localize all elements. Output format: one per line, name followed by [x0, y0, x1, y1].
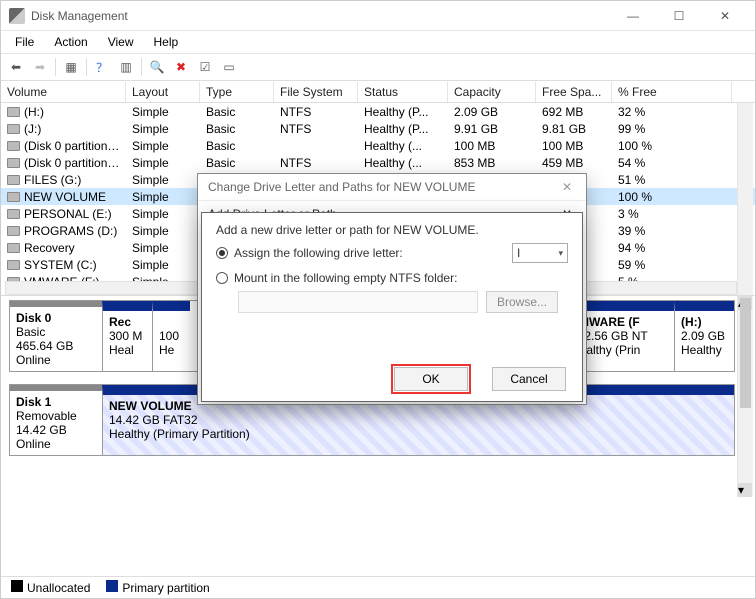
volume-row[interactable]: (H:)SimpleBasicNTFSHealthy (P...2.09 GB6…	[1, 103, 755, 120]
help-icon[interactable]: ？	[91, 56, 113, 78]
mount-path-input[interactable]	[238, 291, 478, 313]
label-mount-folder: Mount in the following empty NTFS folder…	[234, 271, 457, 285]
app-icon	[9, 8, 25, 24]
dialog-title: Change Drive Letter and Paths for NEW VO…	[208, 180, 475, 194]
refresh-icon[interactable]: ▥	[115, 56, 137, 78]
radio-assign-letter[interactable]	[216, 247, 228, 259]
chevron-down-icon: ▾	[558, 248, 563, 259]
vertical-scrollbar[interactable]	[737, 103, 753, 295]
maximize-button[interactable]: ☐	[657, 2, 701, 30]
settings-icon[interactable]: ▭	[218, 56, 240, 78]
col-capacity[interactable]: Capacity	[448, 82, 536, 102]
label-assign-letter: Assign the following drive letter:	[234, 246, 403, 260]
legend: Unallocated Primary partition	[1, 576, 755, 598]
back-button[interactable]: ⬅	[5, 56, 27, 78]
partition[interactable]: Rec300 MHeal	[102, 301, 152, 371]
col-free[interactable]: Free Spa...	[536, 82, 612, 102]
scroll-down-icon[interactable]: ▾	[738, 483, 752, 497]
delete-icon[interactable]: ✖	[170, 56, 192, 78]
volume-list-header: Volume Layout Type File System Status Ca…	[1, 81, 755, 103]
volume-row[interactable]: (Disk 0 partition 2)SimpleBasicHealthy (…	[1, 137, 755, 154]
col-layout[interactable]: Layout	[126, 82, 200, 102]
col-fs[interactable]: File System	[274, 82, 358, 102]
volume-row[interactable]: (Disk 0 partition 5)SimpleBasicNTFSHealt…	[1, 154, 755, 171]
disk-vertical-scrollbar[interactable]: ▴ ▾	[737, 296, 753, 497]
menubar: File Action View Help	[1, 31, 755, 53]
minimize-button[interactable]: ―	[611, 2, 655, 30]
cancel-button[interactable]: Cancel	[492, 367, 566, 391]
legend-unallocated-swatch	[11, 580, 23, 592]
dialog-description: Add a new drive letter or path for NEW V…	[216, 223, 568, 237]
drive-letter-select[interactable]: I ▾	[512, 243, 568, 263]
show-list-icon[interactable]: ▦	[60, 56, 82, 78]
col-status[interactable]: Status	[358, 82, 448, 102]
legend-primary-swatch	[106, 580, 118, 592]
rescan-icon[interactable]: 🔍	[146, 56, 168, 78]
menu-file[interactable]: File	[5, 33, 44, 51]
partition[interactable]: 100He	[152, 301, 190, 371]
dialog-close-icon[interactable]: ✕	[558, 180, 576, 194]
add-drive-letter-dialog: Add a new drive letter or path for NEW V…	[201, 212, 583, 402]
disk1-info: Disk 1 Removable 14.42 GB Online	[10, 385, 102, 455]
menu-action[interactable]: Action	[44, 33, 97, 51]
col-type[interactable]: Type	[200, 82, 274, 102]
window-title: Disk Management	[31, 9, 611, 23]
partition[interactable]: (H:)2.09 GBHealthy	[674, 301, 734, 371]
browse-button: Browse...	[486, 291, 558, 313]
col-pct[interactable]: % Free	[612, 82, 732, 102]
menu-help[interactable]: Help	[144, 33, 189, 51]
disk0-info: Disk 0 Basic 465.64 GB Online	[10, 301, 102, 371]
toolbar: ⬅ ➡ ▦ ？ ▥ 🔍 ✖ ☑ ▭	[1, 53, 755, 81]
ok-button[interactable]: OK	[394, 367, 468, 391]
radio-mount-folder[interactable]	[216, 272, 228, 284]
properties-icon[interactable]: ☑	[194, 56, 216, 78]
col-volume[interactable]: Volume	[1, 82, 126, 102]
forward-button[interactable]: ➡	[29, 56, 51, 78]
volume-row[interactable]: (J:)SimpleBasicNTFSHealthy (P...9.91 GB9…	[1, 120, 755, 137]
menu-view[interactable]: View	[98, 33, 144, 51]
titlebar: Disk Management ― ☐ ✕	[1, 1, 755, 31]
close-button[interactable]: ✕	[703, 2, 747, 30]
